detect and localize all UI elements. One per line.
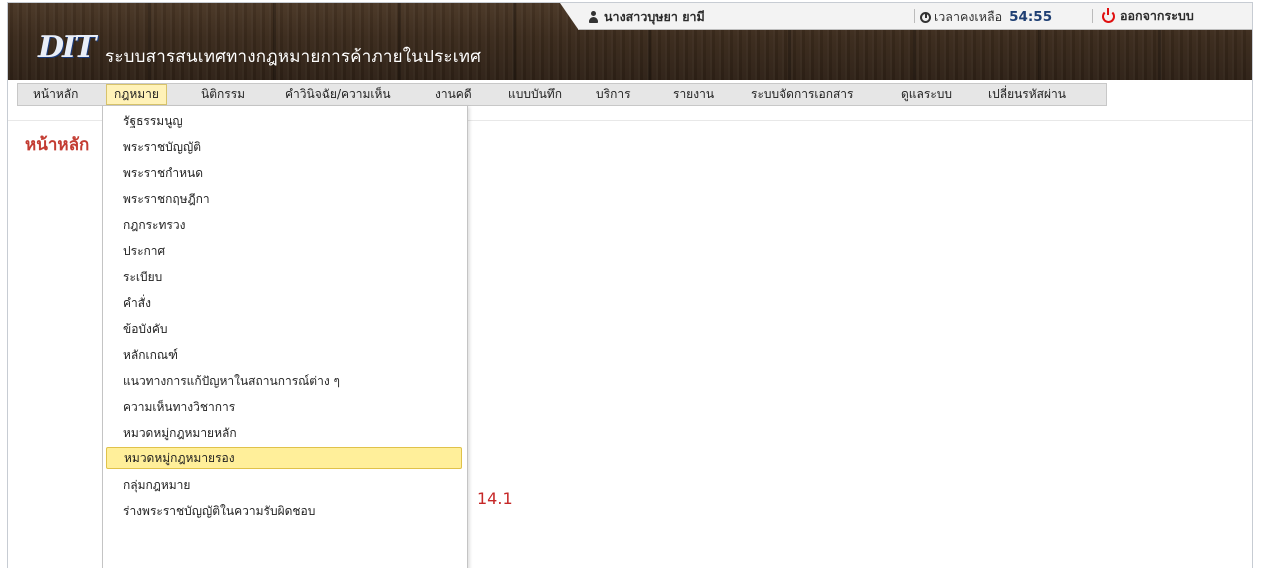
logout-label: ออกจากระบบ (1120, 8, 1194, 23)
divider (1092, 9, 1093, 23)
dropdown-item[interactable]: ประกาศ (123, 240, 165, 262)
timer-value: 54:55 (1009, 9, 1053, 25)
dropdown-item[interactable]: ข้อบังคับ (123, 318, 168, 340)
dropdown-item[interactable]: ระเบียบ (123, 266, 162, 288)
divider (914, 9, 915, 23)
user-name: นางสาวบุษยา ยามี (604, 9, 705, 24)
power-icon (1102, 7, 1115, 23)
menu-item-law[interactable]: กฎหมาย (106, 84, 167, 105)
main-menu-bar: หน้าหลัก กฎหมาย นิติกรรม คำวินิจฉัย/ความ… (17, 83, 1107, 106)
dropdown-item[interactable]: ร่างพระราชบัญญัติในความรับผิดชอบ (123, 500, 315, 522)
timer-label: เวลาคงเหลือ (934, 9, 1003, 24)
dit-logo: DIT (38, 30, 96, 65)
menu-item-documents[interactable]: ระบบจัดการเอกสาร (751, 84, 853, 105)
dropdown-item[interactable]: กลุ่มกฎหมาย (123, 474, 190, 496)
dropdown-item[interactable]: คำสั่ง (123, 292, 151, 314)
step-annotation: 14.1 (477, 489, 513, 508)
top-status-bar: นางสาวบุษยา ยามี เวลาคงเหลือ 54:55 ออกจา… (560, 3, 1252, 30)
dropdown-item[interactable]: หลักเกณฑ์ (123, 344, 178, 366)
dropdown-item[interactable]: แนวทางการแก้ปัญหาในสถานการณ์ต่าง ๆ (123, 370, 340, 392)
menu-item-services[interactable]: บริการ (596, 84, 631, 105)
menu-item-admin[interactable]: ดูแลระบบ (901, 84, 952, 105)
dropdown-item[interactable]: พระราชบัญญัติ (123, 136, 201, 158)
user-icon (588, 10, 599, 24)
dropdown-item-highlighted[interactable]: หมวดหมู่กฎหมายรอง (106, 447, 462, 469)
law-dropdown-menu: รัฐธรรมนูญ พระราชบัญญัติ พระราชกำหนด พระ… (102, 105, 468, 568)
dropdown-item[interactable]: หมวดหมู่กฎหมายหลัก (123, 422, 237, 444)
dropdown-item[interactable]: รัฐธรรมนูญ (123, 110, 183, 132)
app-frame: DIT ระบบสารสนเทศทางกฎหมายการค้าภายในประเ… (7, 2, 1253, 568)
menu-item-cases[interactable]: งานคดี (435, 84, 472, 105)
header-banner: DIT ระบบสารสนเทศทางกฎหมายการค้าภายในประเ… (8, 3, 1252, 80)
menu-item-juristic-act[interactable]: นิติกรรม (201, 84, 245, 105)
system-title: ระบบสารสนเทศทางกฎหมายการค้าภายในประเทศ (105, 47, 482, 67)
dropdown-item[interactable]: กฎกระทรวง (123, 214, 185, 236)
current-user: นางสาวบุษยา ยามี (588, 7, 705, 27)
dropdown-item[interactable]: พระราชกำหนด (123, 162, 203, 184)
menu-item-rulings[interactable]: คำวินิจฉัย/ความเห็น (285, 84, 391, 105)
menu-item-reports[interactable]: รายงาน (673, 84, 714, 105)
page-title: หน้าหลัก (25, 135, 90, 155)
menu-item-change-password[interactable]: เปลี่ยนรหัสผ่าน (988, 84, 1066, 105)
session-timer: เวลาคงเหลือ 54:55 (920, 7, 1052, 27)
dropdown-item[interactable]: ความเห็นทางวิชาการ (123, 396, 235, 418)
logout-button[interactable]: ออกจากระบบ (1102, 6, 1194, 26)
clock-icon (920, 11, 931, 23)
menu-item-home[interactable]: หน้าหลัก (33, 84, 78, 105)
menu-item-forms[interactable]: แบบบันทึก (508, 84, 562, 105)
dropdown-item[interactable]: พระราชกฤษฎีกา (123, 188, 210, 210)
